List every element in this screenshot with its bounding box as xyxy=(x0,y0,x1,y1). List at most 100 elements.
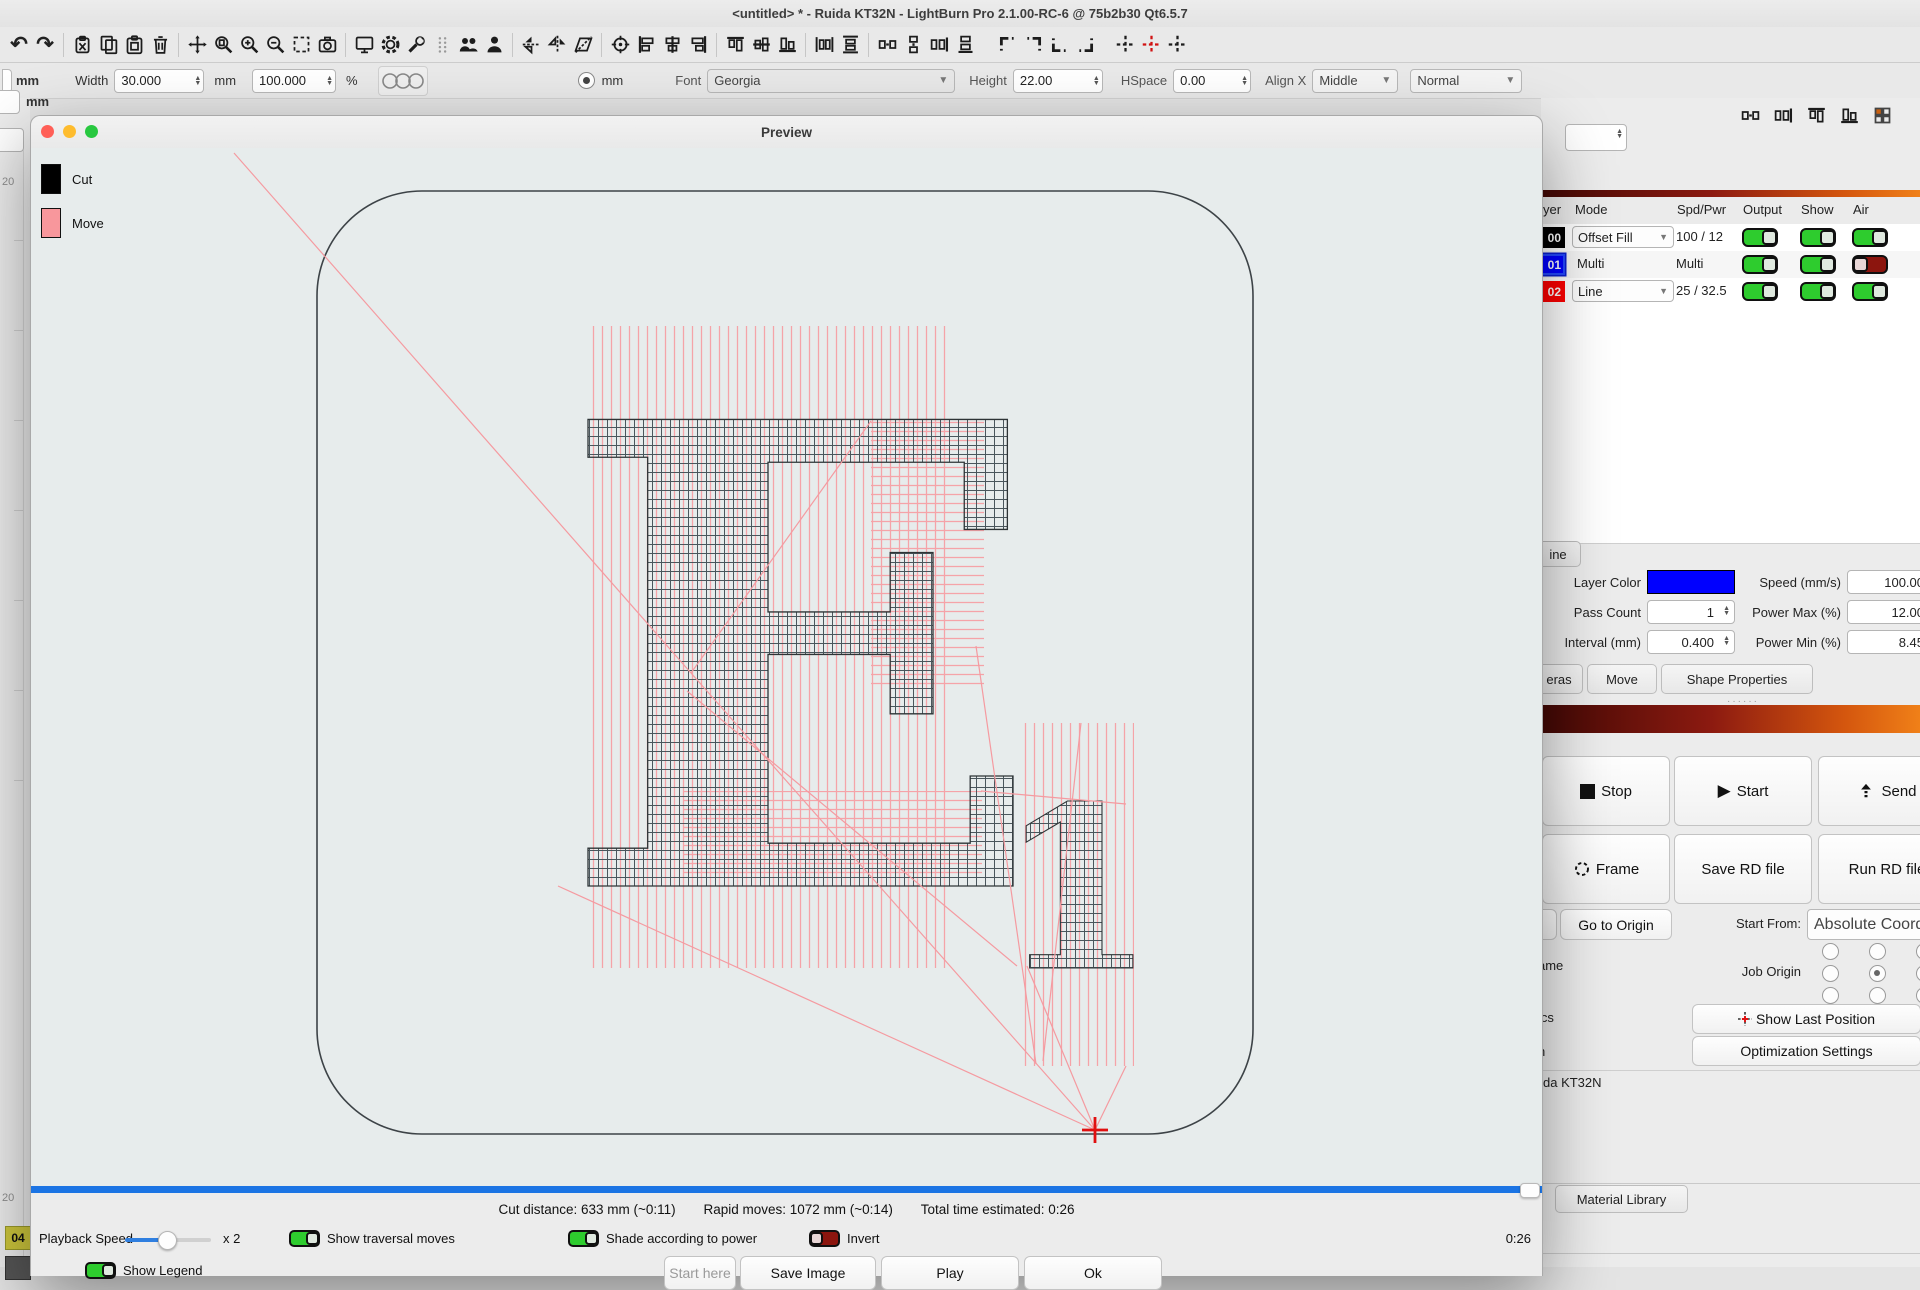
optimization-settings-button[interactable]: Optimization Settings xyxy=(1692,1036,1920,1066)
redo-icon[interactable]: ↷ xyxy=(32,32,58,58)
close-icon[interactable] xyxy=(41,125,54,138)
pass-count-input[interactable]: 1▲▼ xyxy=(1647,600,1735,624)
layer-row-01[interactable]: 01 Multi Multi xyxy=(1541,251,1920,278)
shear-icon[interactable] xyxy=(570,32,596,58)
undo-icon[interactable]: ↶ xyxy=(6,32,32,58)
mode-select[interactable]: Line▼ xyxy=(1572,280,1674,302)
settings-gear-icon[interactable] xyxy=(377,32,403,58)
clipped-spinbox[interactable]: ▲▼ xyxy=(1565,124,1627,151)
move-v-icon[interactable] xyxy=(952,32,978,58)
tab-move[interactable]: Move xyxy=(1587,664,1657,694)
output-toggle[interactable] xyxy=(1742,228,1778,247)
shade-power-toggle[interactable] xyxy=(568,1230,599,1247)
clipped-spinbox[interactable] xyxy=(0,128,24,152)
job-origin-radio[interactable] xyxy=(1916,987,1920,1004)
width-input[interactable]: 30.000▲▼ xyxy=(114,69,204,93)
job-origin-radio[interactable] xyxy=(1822,943,1839,960)
preview-canvas[interactable]: E 1 Cut Move xyxy=(31,148,1542,1186)
job-origin-radio-selected[interactable] xyxy=(1869,965,1886,982)
layer-chip-04[interactable]: 04 xyxy=(5,1226,31,1250)
dock-align-3-icon[interactable] xyxy=(1803,102,1829,128)
mm-radio[interactable]: mm xyxy=(578,72,630,89)
layer-color-swatch-large[interactable] xyxy=(1647,570,1735,594)
output-toggle[interactable] xyxy=(1742,282,1778,301)
align-middle-icon[interactable] xyxy=(748,32,774,58)
send-button[interactable]: Send xyxy=(1818,756,1920,826)
go-to-origin-button[interactable]: Go to Origin xyxy=(1560,909,1672,940)
dock-align-2-icon[interactable] xyxy=(1770,102,1796,128)
align-right-icon[interactable] xyxy=(685,32,711,58)
job-origin-radio[interactable] xyxy=(1869,987,1886,1004)
corner-top-left-icon[interactable] xyxy=(994,32,1020,58)
scale-input[interactable]: 100.000▲▼ xyxy=(252,69,336,93)
material-library-tab[interactable]: Material Library xyxy=(1555,1185,1688,1213)
align-left-icon[interactable] xyxy=(633,32,659,58)
copy-icon[interactable] xyxy=(95,32,121,58)
play-button[interactable]: Play xyxy=(881,1256,1019,1290)
font-select[interactable]: Georgia▼ xyxy=(707,69,955,93)
corner-bottom-right-icon[interactable] xyxy=(1072,32,1098,58)
dialog-titlebar[interactable]: Preview xyxy=(31,116,1542,149)
frame-button[interactable]: Frame xyxy=(1542,834,1670,904)
stepper-icon[interactable]: ▲▼ xyxy=(1723,606,1730,616)
show-toggle[interactable] xyxy=(1800,282,1836,301)
select-rectangle-icon[interactable] xyxy=(288,32,314,58)
style-select[interactable]: Normal▼ xyxy=(1410,69,1522,93)
laser-position-icon[interactable] xyxy=(1112,32,1138,58)
corner-bottom-left-icon[interactable] xyxy=(1046,32,1072,58)
show-toggle[interactable] xyxy=(1800,255,1836,274)
move-h-icon[interactable] xyxy=(926,32,952,58)
speed-input[interactable]: 100.00 xyxy=(1847,570,1920,594)
cut-icon[interactable] xyxy=(69,32,95,58)
flip-vertical-icon[interactable] xyxy=(518,32,544,58)
interval-input[interactable]: 0.400▲▼ xyxy=(1647,630,1735,654)
align-x-select[interactable]: Middle▼ xyxy=(1312,69,1398,93)
start-here-button[interactable]: Start here xyxy=(664,1256,736,1290)
laser-position-current-icon[interactable] xyxy=(1138,32,1164,58)
air-toggle[interactable] xyxy=(1852,255,1888,274)
stepper-icon[interactable]: ▲▼ xyxy=(1723,636,1730,646)
dock-align-1-icon[interactable] xyxy=(1737,102,1763,128)
hspace-input[interactable]: 0.00▲▼ xyxy=(1173,69,1251,93)
stepper-icon[interactable]: ▲▼ xyxy=(1616,129,1623,139)
distribute-v-icon[interactable] xyxy=(837,32,863,58)
layer-list-empty-area[interactable] xyxy=(1541,305,1920,544)
job-origin-radio[interactable] xyxy=(1916,943,1920,960)
slider-knob[interactable] xyxy=(158,1231,177,1250)
mode-select[interactable]: Offset Fill▼ xyxy=(1572,226,1674,248)
zoom-to-page-icon[interactable] xyxy=(210,32,236,58)
align-center-h-icon[interactable] xyxy=(659,32,685,58)
show-traversal-toggle[interactable] xyxy=(289,1230,320,1247)
layer-row-00[interactable]: 00 Offset Fill▼ 100 / 12 xyxy=(1541,224,1920,251)
flip-horizontal-icon[interactable] xyxy=(544,32,570,58)
stepper-icon[interactable]: ▲▼ xyxy=(1236,76,1248,86)
air-toggle[interactable] xyxy=(1852,282,1888,301)
group-users-icon[interactable] xyxy=(455,32,481,58)
set-origin-icon[interactable] xyxy=(607,32,633,58)
playback-speed-slider[interactable] xyxy=(125,1238,211,1242)
clipped-spinbox[interactable] xyxy=(0,90,20,114)
maximize-icon[interactable] xyxy=(85,125,98,138)
tab-shape-properties[interactable]: Shape Properties xyxy=(1661,664,1813,694)
space-evenly-v-icon[interactable] xyxy=(900,32,926,58)
user-icon[interactable] xyxy=(481,32,507,58)
distribute-h-icon[interactable] xyxy=(811,32,837,58)
start-from-select[interactable]: Absolute Coords xyxy=(1807,909,1920,940)
minimize-icon[interactable] xyxy=(63,125,76,138)
stepper-icon[interactable]: ▲▼ xyxy=(189,76,201,86)
job-origin-radio[interactable] xyxy=(1822,965,1839,982)
delete-icon[interactable] xyxy=(147,32,173,58)
run-rd-file-button[interactable]: Run RD file xyxy=(1818,834,1920,904)
kerning-circles-icon[interactable] xyxy=(378,66,428,96)
show-last-position-button[interactable]: Show Last Position xyxy=(1692,1004,1920,1034)
pan-icon[interactable] xyxy=(184,32,210,58)
stepper-icon[interactable]: ▲▼ xyxy=(1088,76,1100,86)
zoom-in-icon[interactable] xyxy=(236,32,262,58)
output-toggle[interactable] xyxy=(1742,255,1778,274)
playback-progress-handle[interactable] xyxy=(1520,1183,1540,1198)
power-min-input[interactable]: 8.45 xyxy=(1847,630,1920,654)
layer-row-02[interactable]: 02 Line▼ 25 / 32.5 xyxy=(1541,278,1920,305)
invert-toggle[interactable] xyxy=(809,1230,840,1247)
laser-position-alt-icon[interactable] xyxy=(1164,32,1190,58)
layer-chip-next[interactable] xyxy=(5,1256,31,1280)
